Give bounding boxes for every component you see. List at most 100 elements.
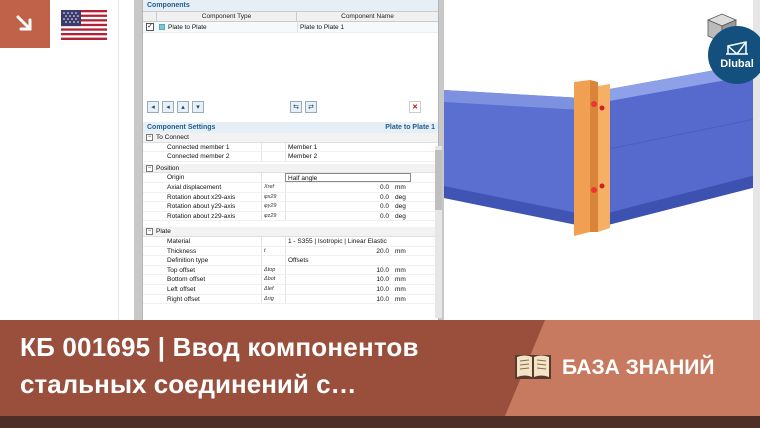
property-value[interactable]: 0.0 [285,202,391,211]
property-label: Connected member 2 [167,153,230,161]
property-symbol: Δtop [261,265,285,275]
property-label: Rotation about z29-axis [167,212,236,220]
property-row[interactable]: Rotation about x29-axis φx29 0.0 deg [143,192,438,203]
delete-button[interactable]: ✕ [409,101,421,113]
property-value[interactable]: 10.0 [285,265,391,275]
property-row[interactable]: Rotation about y29-axis φy29 0.0 deg [143,202,438,212]
move-down-button[interactable]: ▾ [192,101,204,113]
property-symbol [261,142,285,152]
property-value[interactable]: Member 1 [285,142,391,152]
property-value[interactable]: 0.0 [285,192,391,202]
property-symbol [261,173,285,182]
property-unit: mm [395,183,406,191]
property-label: Axial displacement [167,183,222,191]
property-symbol: φz29 [261,211,285,221]
property-label: Material [167,237,191,245]
property-row[interactable]: Definition type Offsets [143,256,438,266]
property-row[interactable]: Right offset Δrig 10.0 mm [143,294,438,305]
collapse-icon[interactable]: − [146,164,153,172]
property-symbol: φy29 [261,202,285,211]
property-unit [391,256,421,265]
property-label: Rotation about x29-axis [167,193,236,201]
property-row[interactable]: Axial displacement Xref 0.0 mm [143,182,438,193]
col-component-name[interactable]: Component Name [297,12,438,21]
settings-title: Component Settings [147,124,216,131]
property-symbol [261,256,285,265]
back-arrow-badge[interactable] [0,0,50,48]
property-label: Right offset [167,295,200,303]
property-symbol [261,236,285,246]
col-component-type[interactable]: Component Type [157,12,297,21]
property-value[interactable]: 0.0 [285,211,391,221]
property-label: Top offset [167,266,196,274]
settings-scrollbar-thumb[interactable] [435,150,442,210]
components-grid-header: Component Type Component Name [143,11,438,22]
property-value[interactable]: Member 2 [285,152,391,161]
brand-name: Dlubal [720,58,754,70]
arrow-down-right-icon [16,15,32,31]
property-unit: mm [395,247,406,255]
property-label: Left offset [167,285,196,293]
article-title-line2: стальных соединений с… [20,369,357,399]
property-value[interactable]: Half angle [285,173,411,182]
property-label: Thickness [167,247,197,255]
property-label: Definition type [167,257,209,265]
property-value[interactable]: 10.0 [285,284,391,294]
property-row[interactable]: Top offset Δtop 10.0 mm [143,265,438,276]
group-label: Position [156,164,180,172]
property-label: Bottom offset [167,276,206,284]
group-position[interactable]: − Position [143,163,438,174]
bottom-strip [0,416,760,428]
insert-after-button[interactable]: ◂ [162,101,174,113]
component-row[interactable]: ✓ Plate to Plate Plate to Plate 1 [143,22,438,33]
group-to-connect[interactable]: − To Connect [143,133,438,143]
export-button[interactable]: ⇄ [305,101,317,113]
move-up-button[interactable]: ▴ [177,101,189,113]
property-unit: mm [395,266,406,274]
property-row[interactable]: Connected member 1 Member 1 [143,142,438,153]
property-value[interactable]: 0.0 [285,182,391,192]
property-symbol: Δbot [261,275,285,284]
title-banner: КБ 001695 | Ввод компонентов стальных со… [0,320,760,416]
property-value[interactable]: 10.0 [285,275,391,284]
property-unit: mm [395,295,406,303]
component-type-value: Plate to Plate [168,23,207,31]
property-symbol: φx29 [261,192,285,202]
insert-before-button[interactable]: ◂ [147,101,159,113]
dialog-panel: Components Component Type Component Name… [134,0,444,320]
property-unit [391,237,421,246]
divider [118,0,119,320]
property-row[interactable]: Thickness t 20.0 mm [143,246,438,257]
property-symbol: Δlef [261,284,285,294]
component-checkbox[interactable]: ✓ [146,23,154,31]
us-flag-icon[interactable] [61,10,107,40]
property-unit [391,152,421,161]
collapse-icon[interactable]: − [146,228,153,236]
property-label: Connected member 1 [167,143,230,151]
property-value[interactable]: 10.0 [285,294,391,304]
group-plate[interactable]: − Plate [143,227,438,237]
book-icon [515,355,551,379]
dlubal-logo: Dlubal [708,26,760,84]
property-value[interactable]: 1 - S355 | Isotropic | Linear Elastic [285,236,391,246]
group-label: Plate [156,228,171,236]
dlubal-mark-icon [726,41,748,56]
property-row[interactable]: Left offset Δlef 10.0 mm [143,284,438,295]
property-symbol: Δrig [261,294,285,304]
property-label: Rotation about y29-axis [167,203,236,211]
property-value[interactable]: Offsets [285,256,391,265]
property-unit: mm [395,285,406,293]
property-row[interactable]: Connected member 2 Member 2 [143,152,438,162]
plate-component-icon [159,24,165,30]
property-row[interactable]: Rotation about z29-axis φz29 0.0 deg [143,211,438,222]
property-row[interactable]: Bottom offset Δbot 10.0 mm [143,275,438,285]
collapse-icon[interactable]: − [146,134,153,141]
import-button[interactable]: ⇆ [290,101,302,113]
components-header: Components [143,0,438,11]
property-unit: deg [395,203,406,211]
property-value[interactable]: 20.0 [285,246,391,256]
property-symbol: Xref [261,182,285,192]
property-label: Origin [167,174,185,182]
property-row[interactable]: Material 1 - S355 | Isotropic | Linear El… [143,236,438,247]
property-row[interactable]: Origin Half angle [143,173,438,183]
